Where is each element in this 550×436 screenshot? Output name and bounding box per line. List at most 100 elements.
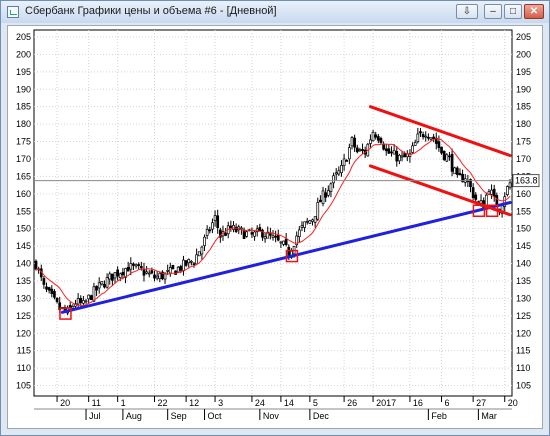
candle-body [108, 273, 112, 280]
chart-app-icon [7, 6, 19, 18]
y-tick-label-left: 145 [16, 241, 31, 251]
candle-body [213, 215, 217, 221]
y-tick-label-right: 150 [516, 224, 531, 234]
candle-body [184, 260, 188, 266]
candle-body [490, 189, 493, 195]
x-tick-label-day: 1 [121, 398, 126, 408]
candle-body [111, 273, 114, 281]
candle-body [337, 170, 341, 175]
candle-body [197, 251, 201, 257]
candle-body [192, 263, 196, 266]
candle-body [355, 147, 359, 153]
chart-area[interactable]: 105 105 110 110 115 115 120 120 125 125 130 130 135 1… [7, 25, 543, 429]
candle-body [313, 216, 317, 223]
candle-body [139, 266, 143, 269]
y-tick-label-left: 115 [17, 346, 31, 356]
pin-icon[interactable]: ⇩ [456, 4, 478, 19]
candle-body [329, 183, 333, 192]
candle-body [166, 270, 170, 272]
candle-body [55, 297, 59, 302]
candle-body [282, 240, 285, 245]
candle-body [361, 149, 364, 152]
y-tick-label-left: 205 [16, 32, 31, 42]
candle-body [387, 148, 391, 154]
candle-body [358, 149, 362, 152]
y-tick-label-right: 160 [516, 189, 531, 199]
candle-body [429, 137, 433, 140]
close-icon[interactable]: ✕ [524, 4, 544, 19]
x-tick-label-day: 20 [60, 398, 70, 408]
x-tick-label-day: 3 [218, 398, 223, 408]
candle-body [240, 227, 243, 230]
candle-body [427, 136, 430, 139]
candle-body [321, 190, 325, 204]
candle-body [474, 194, 478, 200]
candle-body [421, 134, 425, 138]
candle-body [379, 138, 383, 143]
candle-body [34, 260, 38, 270]
candle-body [232, 225, 235, 230]
candle-body [76, 298, 80, 305]
title-bar[interactable]: Сбербанк Графики цены и объема #6 - [Дне… [1, 1, 549, 23]
price-chart: 105 105110 110115 115120 120125 125130 130135 1… [16, 29, 540, 421]
candle-body [45, 286, 48, 290]
candle-body [71, 306, 75, 309]
candle-body [200, 246, 204, 255]
candle-body [158, 272, 162, 280]
candle-body [345, 160, 349, 162]
candle-body [258, 227, 262, 232]
candle-body [382, 143, 385, 150]
candle-body [168, 267, 172, 274]
x-tick-label-day: 14 [284, 398, 294, 408]
plot-frame [33, 29, 513, 397]
candle-body [300, 225, 304, 228]
candle-body [47, 287, 51, 291]
candle-body [205, 228, 209, 236]
candle-body [89, 295, 93, 300]
candle-body [271, 235, 275, 238]
candle-body [182, 259, 185, 272]
candle-body [369, 139, 372, 144]
y-tick-label-left: 140 [16, 259, 31, 269]
candle-body [440, 146, 443, 154]
candle-body [450, 153, 454, 172]
y-tick-label-right: 105 [516, 381, 531, 391]
candle-body [279, 241, 283, 244]
candle-body [353, 137, 356, 148]
x-tick-label-day: 12 [189, 398, 199, 408]
y-tick-label-left: 195 [16, 67, 31, 77]
x-tick-label-month: Jul [89, 411, 101, 421]
candle-body [350, 137, 354, 147]
candle-body [113, 272, 117, 279]
candle-body [376, 136, 380, 141]
candle-body [187, 259, 191, 264]
candle-body [342, 158, 346, 166]
candle-body [374, 134, 378, 138]
candle-body [53, 291, 56, 298]
candle-body [82, 300, 85, 304]
candle-body [326, 190, 330, 196]
y-tick-label-left: 110 [17, 363, 31, 373]
candle-body [145, 271, 148, 274]
restore-icon[interactable]: □ [504, 4, 522, 19]
candle-body [126, 267, 130, 272]
y-tick-label-left: 130 [16, 293, 31, 303]
candle-body [95, 285, 98, 291]
candle-body [324, 192, 328, 198]
y-tick-label-left: 185 [16, 102, 31, 112]
candle-body [419, 131, 422, 134]
y-tick-label-right: 145 [516, 241, 531, 251]
candle-body [176, 266, 180, 273]
y-tick-label-left: 170 [16, 154, 31, 164]
y-tick-label-right: 170 [516, 154, 531, 164]
candle-body [400, 155, 404, 158]
candle-body [284, 238, 288, 246]
y-tick-label-right: 175 [516, 137, 531, 147]
y-tick-label-right: 195 [516, 67, 531, 77]
x-tick-label-day: 27 [476, 398, 486, 408]
candle-body [179, 265, 183, 271]
y-tick-label-left: 155 [16, 206, 31, 216]
minimize-icon[interactable]: – [484, 4, 502, 19]
x-tick-label-month: Mar [481, 411, 497, 421]
candle-body [424, 135, 428, 138]
